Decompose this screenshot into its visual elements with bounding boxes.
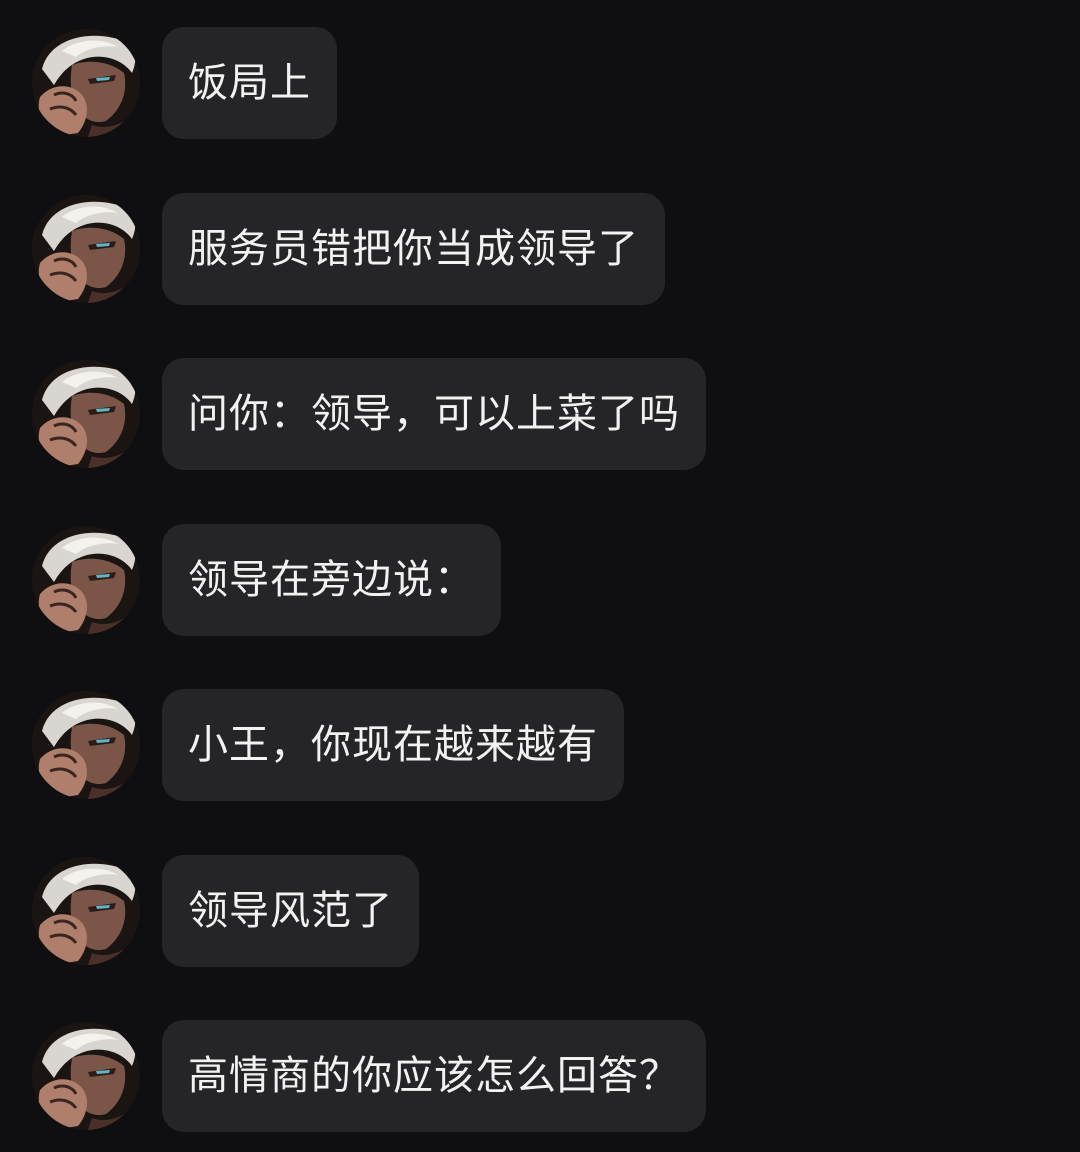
message-bubble[interactable]: 小王，你现在越来越有 <box>162 689 624 801</box>
user-avatar[interactable] <box>32 29 140 137</box>
message-bubble[interactable]: 饭局上 <box>162 27 337 139</box>
message-bubble[interactable]: 服务员错把你当成领导了 <box>162 193 665 305</box>
avatar-image-icon <box>32 691 140 799</box>
message-bubble[interactable]: 领导在旁边说： <box>162 524 501 636</box>
message-bubble[interactable]: 领导风范了 <box>162 855 419 967</box>
message-row: 高情商的你应该怎么回答？ <box>32 1020 706 1132</box>
chat-message-list[interactable]: 饭局上 服务员错把你当成领导了 问你：领导，可以上菜了吗 领导在旁边说： 小王，… <box>0 0 1080 1152</box>
message-row: 小王，你现在越来越有 <box>32 689 624 801</box>
message-row: 问你：领导，可以上菜了吗 <box>32 358 706 470</box>
message-row: 服务员错把你当成领导了 <box>32 193 665 305</box>
message-bubble[interactable]: 高情商的你应该怎么回答？ <box>162 1020 706 1132</box>
message-row: 领导在旁边说： <box>32 524 501 636</box>
avatar-image-icon <box>32 195 140 303</box>
message-row: 饭局上 <box>32 27 337 139</box>
user-avatar[interactable] <box>32 1022 140 1130</box>
avatar-image-icon <box>32 29 140 137</box>
user-avatar[interactable] <box>32 195 140 303</box>
user-avatar[interactable] <box>32 691 140 799</box>
avatar-image-icon <box>32 1022 140 1130</box>
user-avatar[interactable] <box>32 360 140 468</box>
user-avatar[interactable] <box>32 526 140 634</box>
user-avatar[interactable] <box>32 857 140 965</box>
avatar-image-icon <box>32 526 140 634</box>
avatar-image-icon <box>32 360 140 468</box>
message-row: 领导风范了 <box>32 855 419 967</box>
message-bubble[interactable]: 问你：领导，可以上菜了吗 <box>162 358 706 470</box>
avatar-image-icon <box>32 857 140 965</box>
